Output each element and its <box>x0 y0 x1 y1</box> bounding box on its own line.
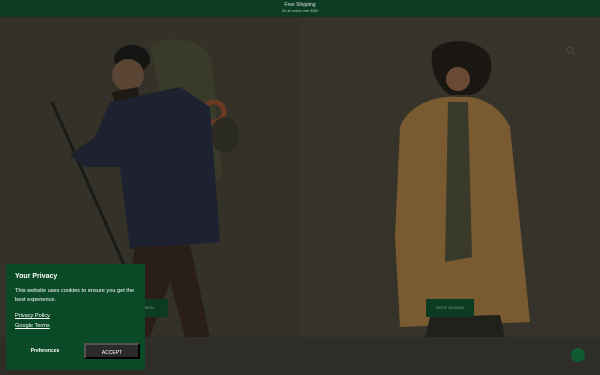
cookie-body: This website uses cookies to ensure you … <box>15 288 135 303</box>
search-icon[interactable] <box>566 46 576 56</box>
chat-icon[interactable] <box>571 348 585 362</box>
promo-bar[interactable]: Free Shipping On all orders over $250 <box>0 0 600 17</box>
promo-subtitle: On all orders over $250 <box>281 9 319 13</box>
cookie-title: Your Privacy <box>15 273 58 280</box>
preferences-button[interactable]: Preferences <box>15 343 75 359</box>
accept-button[interactable]: ACCEPT <box>84 343 140 359</box>
woman-in-coat-image <box>395 41 530 337</box>
shop-women-button[interactable]: SHOP WOMEN <box>426 299 474 317</box>
promo-title: Free Shipping <box>284 2 316 8</box>
cookie-consent-dialog: Your Privacy This website uses cookies t… <box>6 264 145 370</box>
main-navigation <box>0 17 600 56</box>
hero-women-panel[interactable] <box>300 17 600 337</box>
google-terms-link[interactable]: Google Terms <box>15 321 136 331</box>
privacy-policy-link[interactable]: Privacy Policy <box>15 311 136 321</box>
